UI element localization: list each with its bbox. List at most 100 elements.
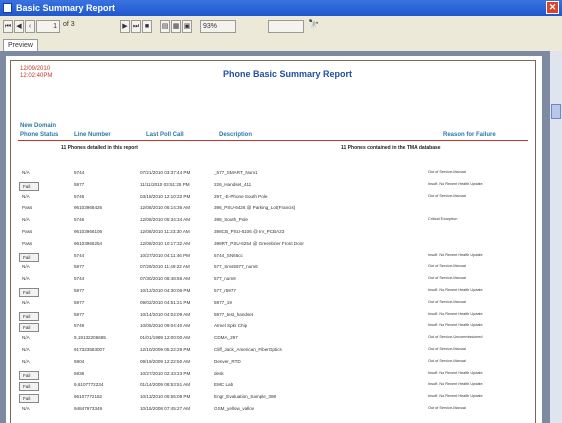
layout-icon[interactable]: ▣	[182, 20, 192, 33]
description-cell: 398CB_PSU-6106 @ Irv_PCBA23	[214, 229, 285, 234]
status-fail-button[interactable]: Fail	[19, 394, 39, 404]
col-description: Description	[219, 132, 253, 138]
line-number-cell: 5749	[74, 323, 85, 329]
description-cell: 577_r5977	[214, 288, 236, 293]
status-fail-button[interactable]: Fail	[19, 288, 39, 297]
page-input[interactable]: 1	[36, 20, 60, 33]
line-number-cell: 5977	[74, 311, 85, 317]
table-row: Fail 5977 11/11/2010 03:51:25 PM 226_Handse…	[6, 179, 536, 191]
reason-cell: Out of Service-Manual	[428, 276, 466, 281]
status-text: N/A	[22, 276, 30, 282]
last-poll-cell: 12/08/2010 06:14:36 AM	[140, 205, 191, 211]
col-reason-for-failure: Reason for Failure	[443, 132, 496, 138]
export-icon[interactable]: ▦	[171, 20, 181, 33]
last-poll-cell: 03/18/2010 12:10:32 PM	[140, 193, 191, 199]
line-number-cell: 5904	[74, 358, 85, 364]
col-line-number: Line Number	[74, 132, 111, 138]
status-text: Pass	[22, 229, 33, 234]
status-text: N/A	[22, 217, 30, 223]
line-number-cell: 5744	[74, 252, 85, 258]
reason-cell: Insuff. No Recent Health Update	[428, 288, 483, 292]
summary-right: 11 Phones contained in the TMA database	[341, 145, 441, 151]
table-row: Fail 9,6107772234 01/14/2009 08:53:51 AM EM…	[6, 379, 536, 392]
col-last-poll-call: Last Poll Call	[146, 132, 184, 138]
status-text: Pass	[22, 240, 33, 246]
table-row: N/A 94847973349 10/15/2008 07:45:27 AM GSM_…	[6, 403, 536, 414]
line-number-cell: 5977	[74, 264, 85, 270]
find-binoculars-icon[interactable]: 🔭	[308, 19, 319, 30]
description-cell: 398RT_PSU-6254 @ Greenbrier Front Door	[214, 240, 304, 246]
find-text-input[interactable]	[268, 20, 304, 33]
last-poll-cell: 11/11/2010 03:51:25 PM	[140, 181, 190, 187]
description-cell: GSM_yellow_vallov	[214, 406, 255, 411]
last-poll-cell: 10/27/2010 02:43:23 PM	[140, 370, 191, 376]
last-page-icon[interactable]: ⏭	[131, 20, 141, 33]
table-row: N/A 5904 09/19/2009 12:22:50 AM Denver_RTD O…	[6, 356, 536, 367]
last-poll-cell: 10/13/2010 06:55:09 PM	[140, 394, 191, 400]
status-fail-button[interactable]: Fail	[19, 252, 39, 262]
table-row: N/A 5977 07/29/2010 11:49:22 AM 577_Sms5977…	[6, 261, 536, 272]
reason-cell: Insuff. No Recent Health Update	[428, 323, 483, 328]
description-cell: Engr_Evaluation_Sample_398	[214, 394, 277, 400]
line-number-cell: 5746	[74, 193, 85, 199]
stop-icon[interactable]: ■	[142, 20, 152, 33]
description-cell: 5977_19	[214, 299, 232, 305]
description-cell: 5744_SN65cc	[214, 252, 243, 258]
table-row: Fail 5749 10/05/2010 09:04:40 AM Atmel Spkr…	[6, 320, 536, 333]
table-row: N/A 5744 07/21/2010 03:37:44 PM _577_SMART_…	[6, 167, 536, 178]
line-number-cell: 96103966106	[74, 229, 103, 234]
line-number-cell: 96107772182	[74, 394, 103, 400]
reason-cell: Out of Service-Manual	[428, 264, 466, 269]
description-cell: Atmel Spkr Chip	[214, 323, 248, 329]
table-row: Fail 5936 10/27/2010 02:43:23 PM desk Insuff…	[6, 368, 536, 380]
next-page-icon[interactable]: ▶	[120, 20, 130, 33]
last-poll-cell: 01/14/2009 08:53:51 AM	[140, 382, 191, 388]
reason-cell: Out of Service-Manual	[428, 406, 466, 410]
last-poll-cell: 10/05/2010 09:04:40 AM	[140, 323, 191, 329]
description-cell: 226_Handset_411	[214, 181, 252, 187]
table-row: Fail 96107772182 10/13/2010 06:55:09 PM Eng…	[6, 391, 536, 404]
status-fail-button[interactable]: Fail	[19, 382, 39, 392]
prev-page-icon[interactable]: ◀	[14, 20, 24, 33]
status-fail-button[interactable]: Fail	[19, 323, 39, 333]
summary-left: 11 Phones detailed in this report	[61, 145, 138, 151]
print-icon[interactable]: ▤	[160, 20, 170, 33]
line-number-cell: 9,19132206685	[74, 335, 106, 341]
table-row: N/A 5746 12/08/2010 05:34:34 AM 398_South_P…	[6, 214, 536, 225]
description-cell: Denver_RTD	[214, 358, 241, 364]
status-text: N/A	[22, 406, 30, 411]
close-icon[interactable]: ✕	[546, 1, 559, 14]
table-row: Fail 5977 10/12/2010 04:30:06 PM 577_r5977 I…	[6, 285, 536, 297]
status-fail-button[interactable]: Fail	[19, 311, 39, 321]
description-cell: 577_num9	[214, 276, 236, 282]
line-number-cell: 5936	[74, 370, 85, 376]
line-number-cell: 5744	[74, 276, 85, 282]
description-cell: 297_-E-Phone South Pole	[214, 193, 268, 199]
prev-icon[interactable]: ‹	[25, 20, 35, 33]
vertical-scrollbar[interactable]	[550, 51, 562, 423]
reason-cell: Critical Exception	[428, 217, 458, 222]
status-fail-button[interactable]: Fail	[19, 181, 39, 191]
first-page-icon[interactable]: ⏮	[3, 20, 13, 33]
status-text: N/A	[22, 335, 30, 341]
last-poll-cell: 10/27/2010 04:11:46 PM	[140, 252, 190, 258]
table-row: N/A 9,19132206685 01/01/1999 12:00:00 AM CD…	[6, 332, 536, 343]
report-title: Phone Basic Summary Report	[223, 69, 353, 79]
table-row: N/A 5977 09/02/2010 04:51:21 PM 5977_19 Out …	[6, 297, 536, 308]
description-cell: _577_SMART_Num1	[214, 170, 258, 175]
title-bar: Basic Summary Report ✕	[0, 0, 562, 16]
zoom-select[interactable]: 93%	[200, 20, 236, 33]
line-number-cell: 96103966254	[74, 240, 103, 246]
tab-bar: Preview	[0, 38, 562, 52]
reason-cell: Insuff. No Recent Health Update	[428, 394, 483, 399]
last-poll-cell: 12/08/2010 05:34:34 AM	[140, 217, 191, 223]
line-number-cell: 5746	[74, 217, 85, 223]
table-row: Pass 96103968426 12/08/2010 06:14:36 AM 396…	[6, 202, 536, 213]
last-poll-cell: 10/15/2008 07:45:27 AM	[140, 406, 191, 411]
table-row: N/A 5744 07/30/2010 08:48:56 AM 577_num9 Out…	[6, 273, 536, 284]
reason-cell: Out of Service-Manual	[428, 193, 466, 198]
status-fail-button[interactable]: Fail	[19, 370, 39, 380]
last-poll-cell: 09/02/2010 04:51:21 PM	[140, 299, 191, 305]
scrollbar-thumb[interactable]	[551, 104, 561, 119]
report-app-icon	[3, 3, 12, 13]
